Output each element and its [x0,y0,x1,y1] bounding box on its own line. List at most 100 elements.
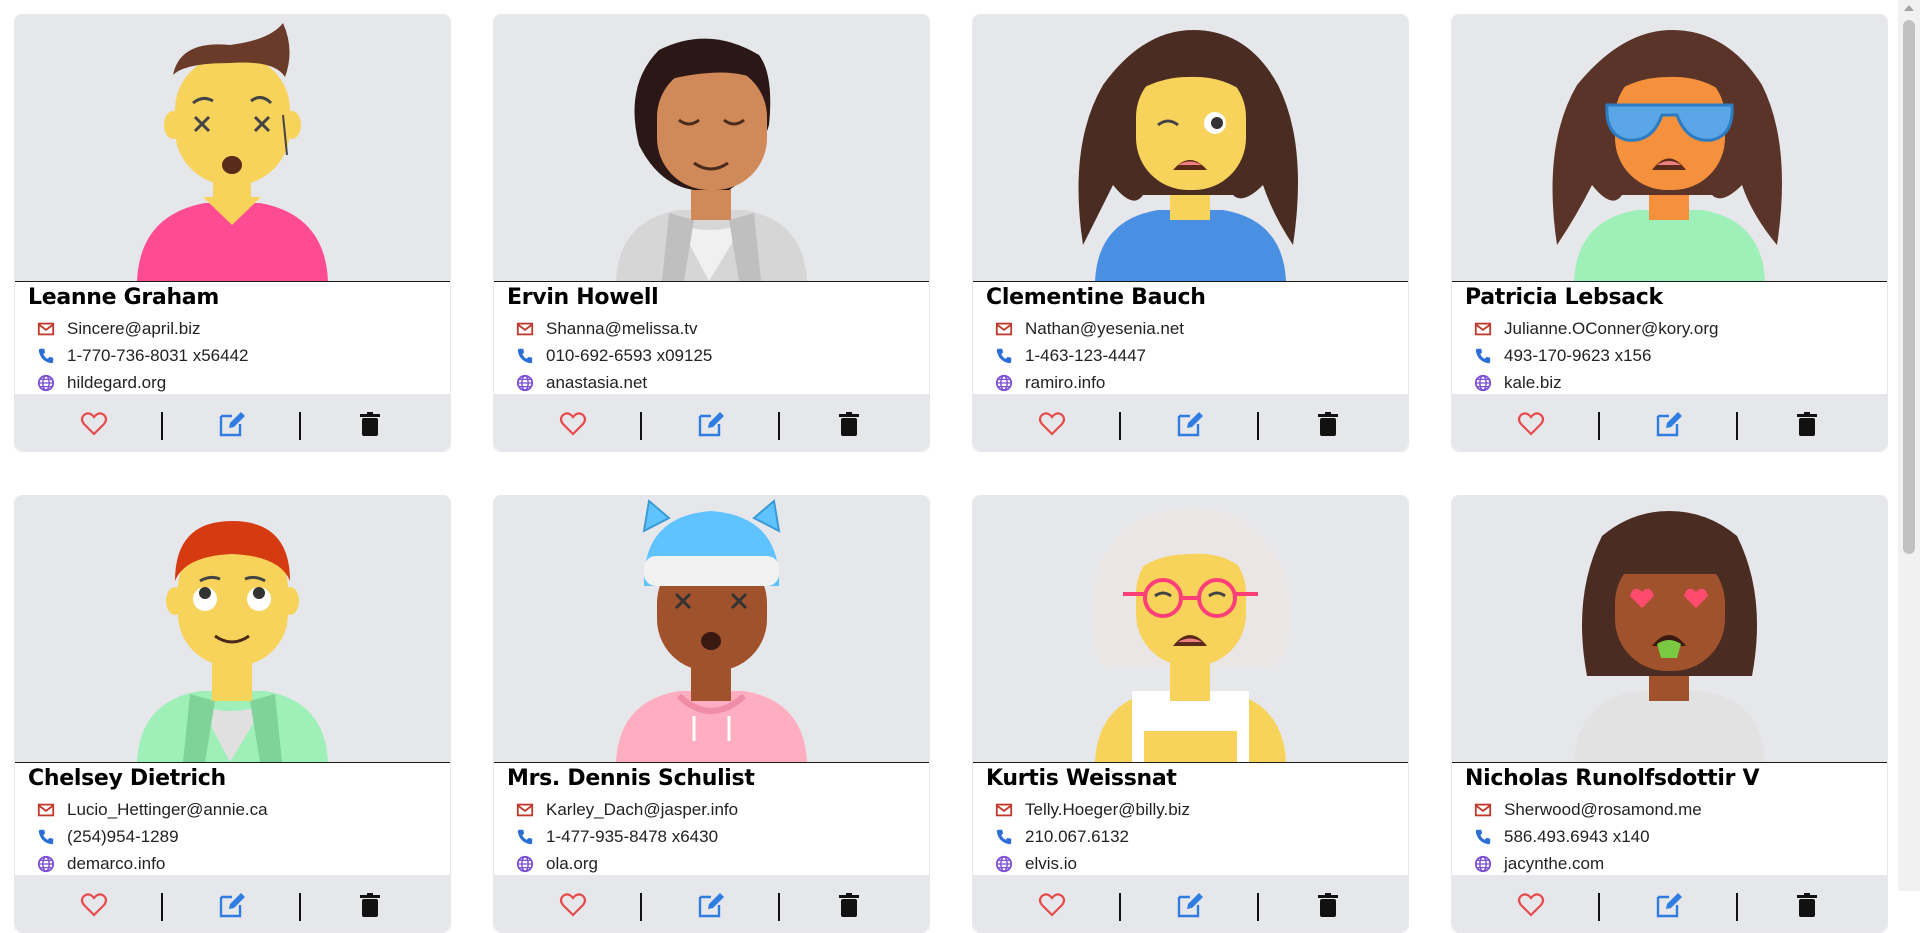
envelope-icon [1474,803,1492,817]
edit-icon [219,412,245,437]
edit-icon [219,893,245,918]
phone-icon [517,348,533,364]
avatar [15,496,450,763]
heart-icon [80,893,108,917]
avatar [15,15,450,282]
phone-text[interactable]: 493-170-9623 x156 [1504,346,1651,366]
phone-icon [996,348,1012,364]
website-link[interactable]: demarco.info [67,854,165,874]
envelope-icon [37,322,55,336]
email-text[interactable]: Lucio_Hettinger@annie.ca [67,800,268,820]
trash-icon [839,893,859,917]
email-text[interactable]: Sincere@april.biz [67,319,200,339]
envelope-icon [516,803,534,817]
phone-row: (254)954-1289 [37,825,179,849]
website-link[interactable]: kale.biz [1504,373,1562,393]
user-name: Leanne Graham [28,285,219,310]
globe-icon [995,855,1013,873]
phone-text[interactable]: 210.067.6132 [1025,827,1129,847]
action-divider [1257,893,1259,921]
email-row: Julianne.OConner@kory.org [1474,317,1718,341]
heart-icon [1038,893,1066,917]
like-button[interactable] [559,410,587,438]
delete-button[interactable] [356,410,384,438]
globe-icon [37,855,55,873]
globe-icon [1474,855,1492,873]
action-divider [1598,412,1600,440]
edit-button[interactable] [218,410,246,438]
website-link[interactable]: jacynthe.com [1504,854,1604,874]
delete-button[interactable] [1793,891,1821,919]
like-button[interactable] [1038,891,1066,919]
email-text[interactable]: Nathan@yesenia.net [1025,319,1184,339]
email-text[interactable]: Julianne.OConner@kory.org [1504,319,1718,339]
user-name: Kurtis Weissnat [986,766,1177,791]
website-link[interactable]: elvis.io [1025,854,1077,874]
phone-icon [38,348,54,364]
phone-text[interactable]: 010-692-6593 x09125 [546,346,712,366]
heart-icon [559,412,587,436]
avatar [1452,496,1887,763]
trash-icon [1797,893,1817,917]
email-text[interactable]: Sherwood@rosamond.me [1504,800,1702,820]
website-link[interactable]: anastasia.net [546,373,647,393]
like-button[interactable] [1517,410,1545,438]
website-link[interactable]: ola.org [546,854,598,874]
globe-icon [516,374,534,392]
phone-text[interactable]: 586.493.6943 x140 [1504,827,1650,847]
like-button[interactable] [1038,410,1066,438]
email-text[interactable]: Shanna@melissa.tv [546,319,697,339]
delete-button[interactable] [356,891,384,919]
action-divider [161,412,163,440]
like-button[interactable] [559,891,587,919]
like-button[interactable] [80,891,108,919]
edit-button[interactable] [1655,410,1683,438]
card-actions [973,875,1408,932]
edit-button[interactable] [218,891,246,919]
user-name: Ervin Howell [507,285,659,310]
edit-button[interactable] [1176,891,1204,919]
phone-row: 586.493.6943 x140 [1474,825,1650,849]
action-divider [1736,412,1738,440]
website-link[interactable]: hildegard.org [67,373,166,393]
phone-row: 1-477-935-8478 x6430 [516,825,718,849]
phone-row: 1-463-123-4447 [995,344,1146,368]
like-button[interactable] [1517,891,1545,919]
phone-icon [517,829,533,845]
edit-button[interactable] [1655,891,1683,919]
vertical-scrollbar[interactable] [1898,0,1920,891]
phone-text[interactable]: (254)954-1289 [67,827,179,847]
edit-button[interactable] [1176,410,1204,438]
phone-text[interactable]: 1-463-123-4447 [1025,346,1146,366]
delete-button[interactable] [1314,410,1342,438]
trash-icon [360,893,380,917]
phone-text[interactable]: 1-770-736-8031 x56442 [67,346,248,366]
card-actions [494,394,929,451]
globe-icon [37,374,55,392]
phone-text[interactable]: 1-477-935-8478 x6430 [546,827,718,847]
delete-button[interactable] [835,410,863,438]
user-name: Chelsey Dietrich [28,766,226,791]
email-row: Sincere@april.biz [37,317,200,341]
user-card: Clementine Bauch Nathan@yesenia.net 1-46… [972,14,1409,452]
delete-button[interactable] [1793,410,1821,438]
edit-button[interactable] [697,410,725,438]
user-name: Mrs. Dennis Schulist [507,766,755,791]
avatar [973,15,1408,282]
scrollbar-thumb[interactable] [1903,20,1915,554]
delete-button[interactable] [835,891,863,919]
website-row: demarco.info [37,852,165,876]
email-text[interactable]: Telly.Hoeger@billy.biz [1025,800,1190,820]
delete-button[interactable] [1314,891,1342,919]
action-divider [640,893,642,921]
envelope-icon [995,803,1013,817]
scroll-up-arrow-icon[interactable] [1904,5,1914,11]
email-text[interactable]: Karley_Dach@jasper.info [546,800,738,820]
phone-row: 493-170-9623 x156 [1474,344,1651,368]
user-card: Leanne Graham Sincere@april.biz 1-770-73… [14,14,451,452]
edit-button[interactable] [697,891,725,919]
card-actions [973,394,1408,451]
website-link[interactable]: ramiro.info [1025,373,1105,393]
user-name: Clementine Bauch [986,285,1206,310]
like-button[interactable] [80,410,108,438]
